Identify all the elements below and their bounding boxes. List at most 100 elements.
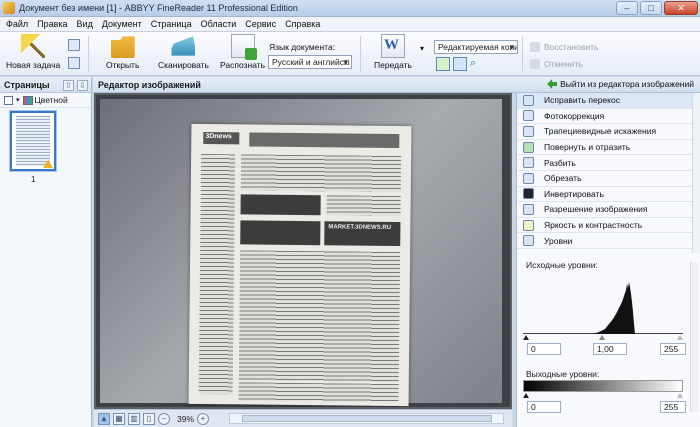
scan-banner-dark bbox=[240, 194, 321, 216]
scan-article-text bbox=[240, 154, 402, 193]
levels-vertical-scrollbar[interactable] bbox=[690, 262, 698, 412]
read-button[interactable]: Распознать bbox=[220, 34, 265, 70]
input-black-point-handle[interactable] bbox=[523, 335, 529, 340]
tool-resolution[interactable]: Разрешение изображения bbox=[517, 202, 700, 218]
horizontal-scroll-thumb[interactable] bbox=[242, 415, 492, 422]
page-number: 1 bbox=[31, 175, 36, 184]
close-button[interactable]: ✕ bbox=[664, 1, 698, 15]
input-max-field[interactable]: 255 bbox=[660, 343, 686, 355]
tool-brightness-contrast[interactable]: Яркость и контрастность bbox=[517, 218, 700, 234]
move-page-down-icon[interactable]: ⇩ bbox=[77, 80, 88, 91]
menu-areas[interactable]: Области bbox=[201, 19, 237, 29]
image-viewport[interactable]: 3Dnews MARKET.3DNEWS.RU bbox=[94, 93, 512, 409]
scanner-icon bbox=[171, 36, 196, 56]
scan-left-column bbox=[198, 153, 236, 395]
minimize-button[interactable]: – bbox=[616, 1, 638, 15]
new-task-button[interactable]: Новая задача bbox=[6, 34, 60, 70]
crop-icon bbox=[523, 172, 534, 184]
scan-footer-text bbox=[238, 382, 399, 403]
input-white-point-handle[interactable] bbox=[677, 335, 683, 340]
scan-logo: 3Dnews bbox=[203, 131, 240, 145]
select-all-checkbox[interactable] bbox=[4, 95, 13, 105]
color-palette-icon bbox=[22, 95, 33, 105]
menu-edit[interactable]: Правка bbox=[37, 19, 67, 29]
page-view-icon[interactable] bbox=[436, 57, 450, 71]
tool-trapezoid[interactable]: Трапециевидные искажения bbox=[517, 124, 700, 140]
split-view-icon[interactable]: ▥ bbox=[128, 412, 140, 425]
color-mode-dropdown[interactable]: Цветной bbox=[22, 95, 68, 105]
menu-file[interactable]: Файл bbox=[6, 19, 28, 29]
tool-invert[interactable]: Инвертировать bbox=[517, 187, 700, 203]
send-button[interactable]: Передать bbox=[374, 34, 412, 70]
trapezoid-icon bbox=[523, 125, 534, 137]
output-levels-slider[interactable] bbox=[523, 393, 683, 398]
output-white-handle[interactable] bbox=[677, 393, 683, 398]
text-view-icon[interactable] bbox=[453, 57, 467, 71]
menu-view[interactable]: Вид bbox=[77, 19, 93, 29]
rotate-icon bbox=[523, 141, 534, 153]
new-document-icon[interactable] bbox=[68, 39, 80, 51]
tool-levels[interactable]: Уровни bbox=[517, 233, 700, 249]
menu-tools[interactable]: Сервис bbox=[245, 19, 276, 29]
resolution-icon bbox=[523, 203, 534, 215]
split-icon bbox=[523, 157, 534, 169]
scan-market-banner: MARKET.3DNEWS.RU bbox=[324, 221, 401, 247]
output-black-handle[interactable] bbox=[523, 393, 529, 398]
send-dropdown-icon[interactable]: ▾ bbox=[420, 44, 424, 53]
folder-open-icon bbox=[110, 36, 135, 58]
invert-icon bbox=[523, 188, 534, 200]
document-language-select[interactable]: Русский и английскі bbox=[268, 55, 352, 69]
maximize-button[interactable]: □ bbox=[640, 1, 662, 15]
zoom-lens-icon[interactable]: ⌕ bbox=[470, 57, 476, 70]
warning-icon bbox=[43, 160, 53, 168]
input-gamma-handle[interactable] bbox=[599, 335, 605, 340]
exit-image-editor-link[interactable]: Выйти из редактора изображений bbox=[547, 79, 694, 89]
tool-deskew[interactable]: Исправить перекос bbox=[517, 93, 700, 109]
copy-document-icon[interactable] bbox=[68, 57, 80, 69]
output-max-field[interactable]: 255 bbox=[660, 401, 686, 413]
menu-help[interactable]: Справка bbox=[285, 19, 320, 29]
scan-button[interactable]: Сканировать bbox=[158, 34, 209, 70]
page-thumbnail-image bbox=[16, 116, 50, 166]
page-thumbnail[interactable] bbox=[10, 111, 56, 171]
main-toolbar: Новая задача Открыть Сканировать Распозн… bbox=[0, 32, 700, 76]
tool-crop[interactable]: Обрезать bbox=[517, 171, 700, 187]
chevron-down-icon[interactable]: ▾ bbox=[16, 96, 20, 104]
fit-page-icon[interactable]: ▲ bbox=[98, 412, 110, 425]
tool-rotate-flip[interactable]: Повернуть и отразить bbox=[517, 140, 700, 156]
app-icon bbox=[3, 2, 15, 14]
deskew-icon bbox=[523, 94, 534, 106]
move-page-up-icon[interactable]: ⇧ bbox=[63, 80, 74, 91]
menu-document[interactable]: Документ bbox=[102, 19, 142, 29]
editor-view-bar: ▲ ▦ ▥ ▯ – 39% + bbox=[94, 409, 512, 427]
tools-vertical-scrollbar[interactable] bbox=[692, 93, 700, 253]
title-bar: Документ без имени [1] - ABBYY FineReade… bbox=[0, 0, 700, 17]
output-min-field[interactable]: 0 bbox=[527, 401, 561, 413]
horizontal-scrollbar[interactable] bbox=[229, 413, 504, 424]
document-language-label: Язык документа: bbox=[269, 42, 336, 52]
tool-photo-correction[interactable]: Фотокоррекция bbox=[517, 109, 700, 125]
window-controls: – □ ✕ bbox=[616, 1, 698, 15]
input-levels-slider[interactable] bbox=[523, 335, 683, 340]
menu-page[interactable]: Страница bbox=[151, 19, 192, 29]
output-levels-gradient bbox=[523, 380, 683, 392]
input-gamma-field[interactable]: 1,00 bbox=[593, 343, 627, 355]
back-arrow-icon bbox=[547, 79, 558, 89]
menu-bar: Файл Правка Вид Документ Страница Област… bbox=[0, 17, 700, 32]
scanned-page: 3Dnews MARKET.3DNEWS.RU bbox=[188, 123, 412, 407]
scan-article-text-2 bbox=[326, 195, 401, 217]
zoom-out-icon[interactable]: – bbox=[158, 412, 170, 425]
layout-mode-select[interactable]: Редактируемая копи bbox=[434, 40, 518, 54]
input-min-field[interactable]: 0 bbox=[527, 343, 561, 355]
levels-histogram bbox=[523, 272, 683, 334]
tool-split[interactable]: Разбить bbox=[517, 155, 700, 171]
zoom-level: 39% bbox=[177, 413, 195, 424]
grid-view-icon[interactable]: ▦ bbox=[113, 412, 125, 425]
restore-icon bbox=[530, 42, 540, 52]
single-page-icon[interactable]: ▯ bbox=[143, 412, 155, 425]
restore-button[interactable]: Восстановить bbox=[530, 42, 598, 52]
scan-banner-2 bbox=[240, 220, 321, 246]
zoom-in-icon[interactable]: + bbox=[197, 412, 210, 425]
open-button[interactable]: Открыть bbox=[106, 34, 139, 70]
undo-button[interactable]: Отменить bbox=[530, 59, 583, 69]
